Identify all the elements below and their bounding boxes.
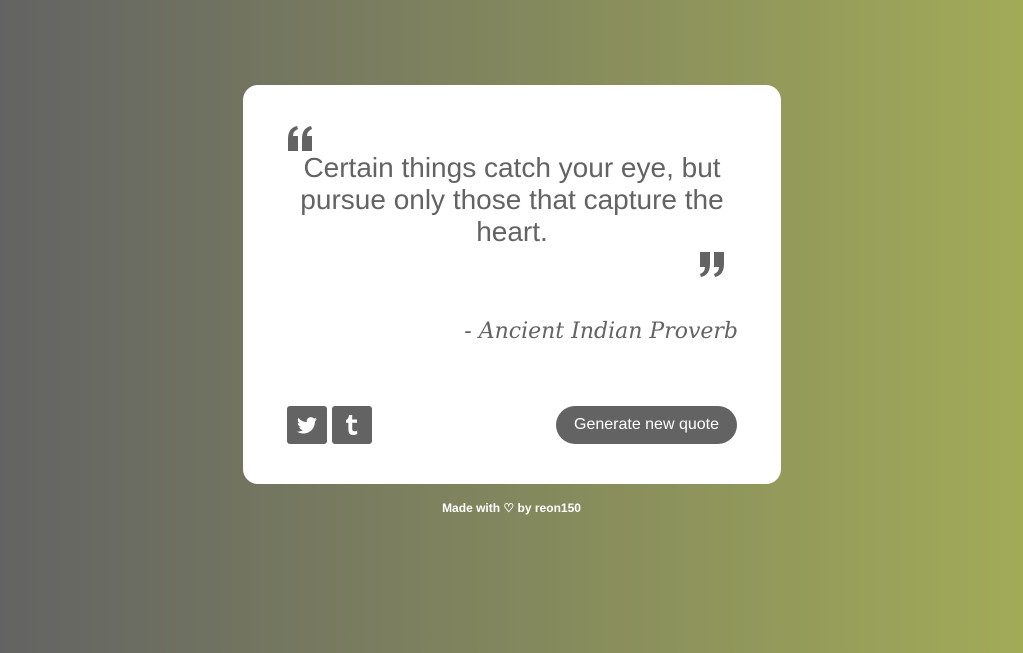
footer-by: by — [517, 501, 532, 515]
tweet-button[interactable] — [287, 406, 327, 444]
new-quote-button[interactable]: Generate new quote — [556, 406, 737, 444]
author-link[interactable]: reon150 — [535, 501, 581, 515]
quote-right-icon — [700, 252, 724, 277]
quote-author: - Ancient Indian Proverb — [464, 319, 738, 344]
tumblr-button[interactable] — [332, 406, 372, 444]
tumblr-icon — [346, 415, 358, 435]
footer-prefix: Made with — [442, 501, 501, 515]
quote-text: Certain things catch your eye, but pursu… — [300, 152, 724, 247]
quote-left-icon — [288, 126, 312, 151]
twitter-icon — [297, 416, 317, 433]
heart-icon: ♡ — [503, 501, 515, 515]
quote-card: Certain things catch your eye, but pursu… — [243, 85, 781, 484]
footer-credit: Made with ♡ by reon150 — [0, 501, 1023, 515]
